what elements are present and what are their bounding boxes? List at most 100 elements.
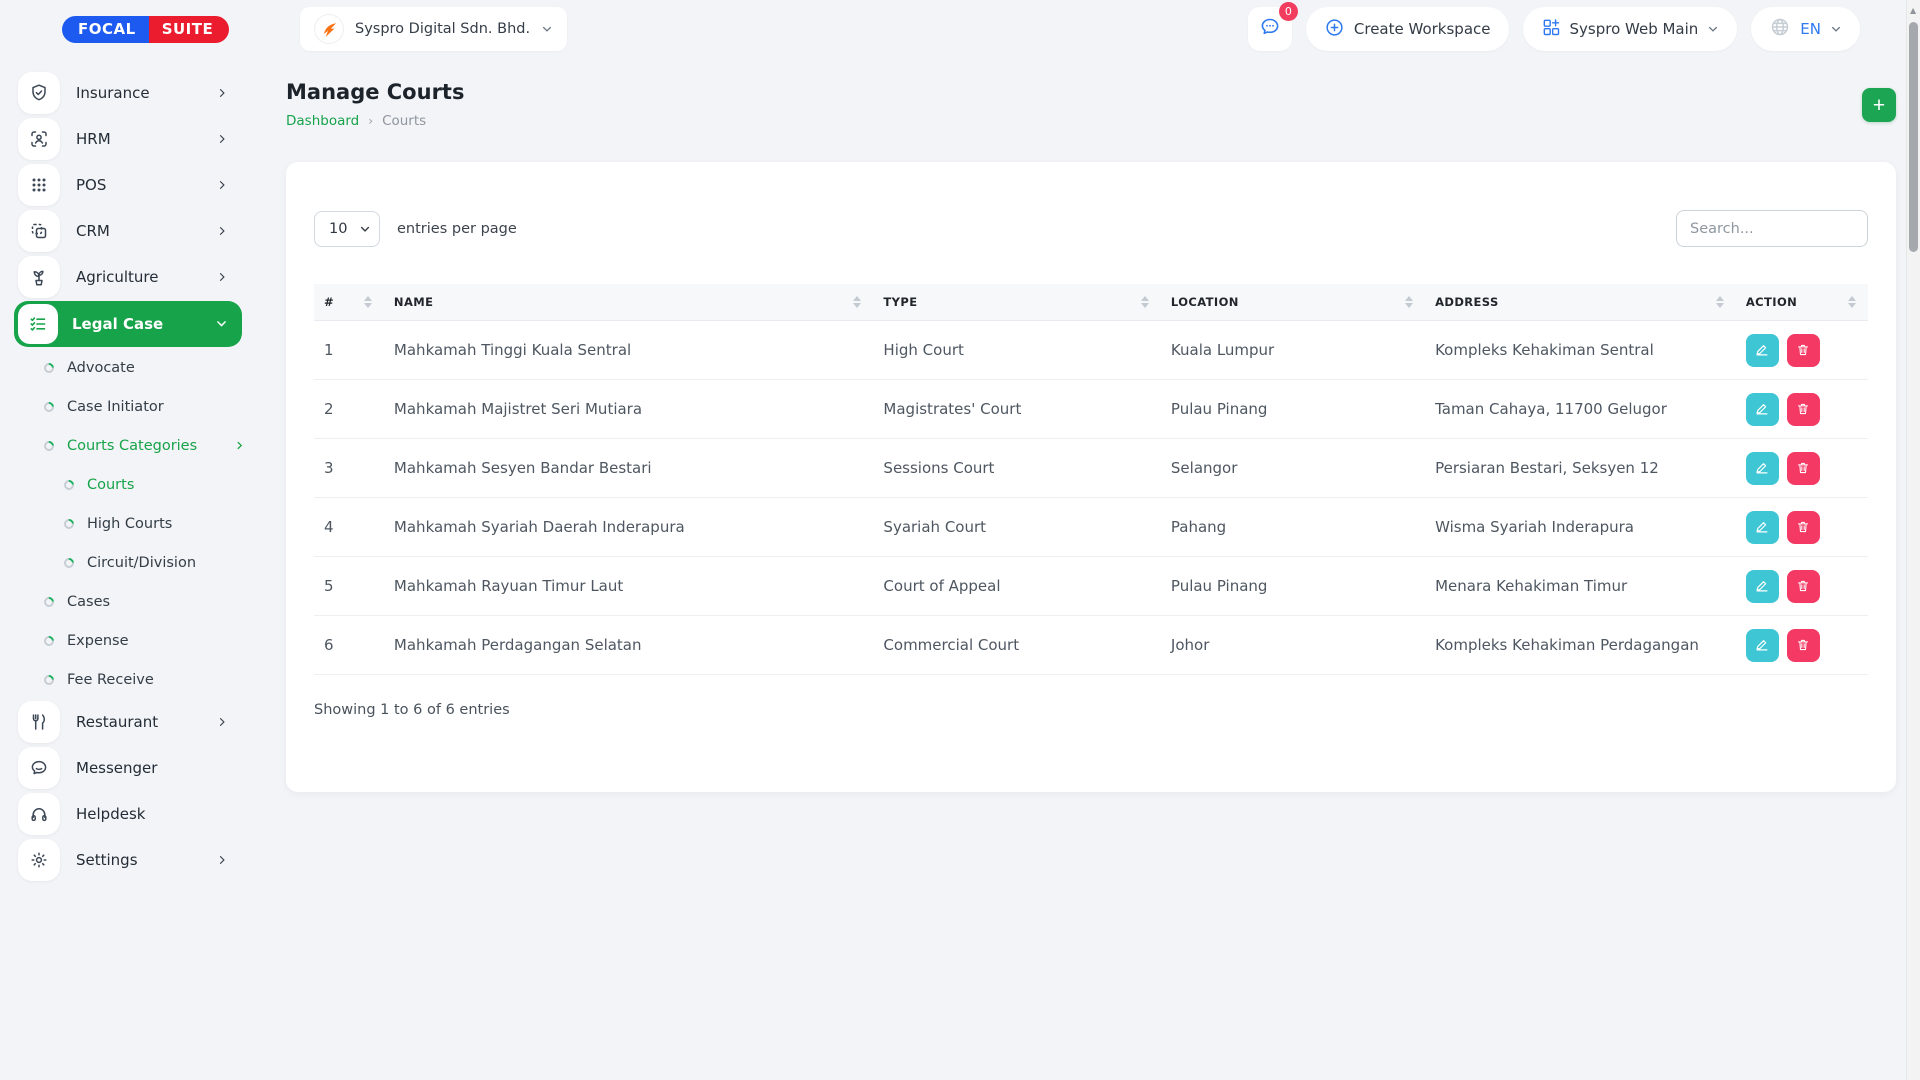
header-address[interactable]: ADDRESS	[1425, 284, 1736, 321]
row-actions	[1746, 629, 1858, 662]
cell-location: Selangor	[1161, 439, 1425, 498]
sidebar-item-pos[interactable]: POS	[0, 162, 256, 208]
bullet-icon	[42, 438, 56, 452]
sort-icon	[1141, 296, 1149, 308]
sidebar-item-restaurant[interactable]: Restaurant	[0, 699, 256, 745]
delete-button[interactable]	[1787, 570, 1820, 603]
brand-logo: FOCAL SUITE	[62, 16, 256, 43]
header-name[interactable]: NAME	[384, 284, 874, 321]
edit-button[interactable]	[1746, 334, 1779, 367]
sidebar-item-label: Expense	[67, 633, 129, 649]
sidebar-item-label: Insurance	[76, 84, 150, 102]
header-action[interactable]: ACTION	[1736, 284, 1868, 321]
delete-button[interactable]	[1787, 511, 1820, 544]
header-location[interactable]: LOCATION	[1161, 284, 1425, 321]
edit-button[interactable]	[1746, 393, 1779, 426]
scrollbar-up-arrow-icon[interactable]: ▲	[1910, 6, 1916, 15]
chevron-down-icon	[541, 23, 553, 35]
app-switcher-button[interactable]: Syspro Web Main	[1523, 7, 1738, 51]
add-court-button[interactable]: +	[1862, 88, 1896, 122]
row-actions	[1746, 511, 1858, 544]
edit-button[interactable]	[1746, 511, 1779, 544]
create-workspace-button[interactable]: Create Workspace	[1306, 7, 1509, 51]
delete-button[interactable]	[1787, 629, 1820, 662]
trash-icon	[1796, 402, 1810, 416]
pencil-icon	[1755, 579, 1769, 593]
sort-icon	[1405, 296, 1413, 308]
delete-button[interactable]	[1787, 334, 1820, 367]
sidebar-item-label: Helpdesk	[76, 805, 145, 823]
cell-location: Pulau Pinang	[1161, 557, 1425, 616]
pencil-icon	[1755, 461, 1769, 475]
header-index[interactable]: #	[314, 284, 384, 321]
topbar: FOCAL SUITE Syspro Digital Sdn. Bhd. 0	[0, 0, 1920, 58]
language-selector[interactable]: EN	[1751, 7, 1860, 51]
row-actions	[1746, 334, 1858, 367]
cell-address: Kompleks Kehakiman Sentral	[1425, 321, 1736, 380]
sidebar-item-courts[interactable]: Courts	[0, 465, 256, 504]
topbar-actions: 0 Create Workspace Syspro Web Main	[1248, 7, 1860, 51]
sidebar: Insurance HRM POS	[0, 58, 256, 1080]
header-type[interactable]: TYPE	[873, 284, 1160, 321]
entries-per-page-label: entries per page	[397, 221, 517, 237]
cell-address: Menara Kehakiman Timur	[1425, 557, 1736, 616]
cell-type: Syariah Court	[873, 498, 1160, 557]
sidebar-item-circuit-division[interactable]: Circuit/Division	[0, 543, 256, 582]
sidebar-item-advocate[interactable]: Advocate	[0, 348, 256, 387]
bullet-icon	[62, 477, 76, 491]
pencil-icon	[1755, 638, 1769, 652]
cell-type: Court of Appeal	[873, 557, 1160, 616]
cell-type: Commercial Court	[873, 616, 1160, 675]
sidebar-item-label: Cases	[67, 594, 110, 610]
edit-button[interactable]	[1746, 570, 1779, 603]
sidebar-item-label: Restaurant	[76, 713, 158, 731]
scrollbar-thumb[interactable]	[1909, 22, 1918, 252]
sidebar-item-case-initiator[interactable]: Case Initiator	[0, 387, 256, 426]
sidebar-item-label: High Courts	[87, 516, 172, 532]
sidebar-item-cases[interactable]: Cases	[0, 582, 256, 621]
sidebar-item-fee-receive[interactable]: Fee Receive	[0, 660, 256, 699]
chevron-right-icon	[216, 130, 228, 149]
delete-button[interactable]	[1787, 393, 1820, 426]
sidebar-item-helpdesk[interactable]: Helpdesk	[0, 791, 256, 837]
sidebar-item-messenger[interactable]: Messenger	[0, 745, 256, 791]
user-scan-icon	[18, 118, 60, 160]
table-header-row: # NAME TYPE LOCATION ADDRESS ACTION	[314, 284, 1868, 321]
breadcrumb-dashboard-link[interactable]: Dashboard	[286, 113, 359, 129]
search-input[interactable]	[1676, 210, 1868, 247]
vertical-scrollbar[interactable]: ▲	[1906, 0, 1920, 1080]
cell-address: Persiaran Bestari, Seksyen 12	[1425, 439, 1736, 498]
sort-icon	[364, 296, 372, 308]
chevron-down-icon	[1830, 23, 1842, 35]
chat-badge: 0	[1279, 2, 1298, 21]
cell-index: 3	[314, 439, 384, 498]
cell-address: Kompleks Kehakiman Perdagangan	[1425, 616, 1736, 675]
sidebar-item-expense[interactable]: Expense	[0, 621, 256, 660]
sidebar-item-label: Courts Categories	[67, 438, 197, 454]
chevron-right-icon	[216, 84, 228, 103]
chat-bubble-icon	[18, 747, 60, 789]
sidebar-item-label: Circuit/Division	[87, 555, 196, 571]
edit-button[interactable]	[1746, 629, 1779, 662]
bullet-icon	[42, 594, 56, 608]
sidebar-item-label: Settings	[76, 851, 138, 869]
sidebar-item-legal-case[interactable]: Legal Case	[14, 301, 242, 347]
table-row: 3 Mahkamah Sesyen Bandar Bestari Session…	[314, 439, 1868, 498]
page-size-select[interactable]: 10	[314, 211, 380, 247]
workspace-selector[interactable]: Syspro Digital Sdn. Bhd.	[300, 7, 567, 51]
sidebar-item-courts-categories[interactable]: Courts Categories	[0, 426, 256, 465]
sidebar-item-settings[interactable]: Settings	[0, 837, 256, 883]
edit-button[interactable]	[1746, 452, 1779, 485]
sidebar-item-hrm[interactable]: HRM	[0, 116, 256, 162]
cell-index: 6	[314, 616, 384, 675]
chat-button[interactable]: 0	[1248, 7, 1292, 51]
chevron-down-icon	[359, 223, 371, 235]
chevron-right-icon	[216, 713, 228, 732]
delete-button[interactable]	[1787, 452, 1820, 485]
sidebar-item-insurance[interactable]: Insurance	[0, 70, 256, 116]
row-actions	[1746, 452, 1858, 485]
workspace-name: Syspro Digital Sdn. Bhd.	[355, 21, 530, 37]
sidebar-item-high-courts[interactable]: High Courts	[0, 504, 256, 543]
sidebar-item-agriculture[interactable]: Agriculture	[0, 254, 256, 300]
sidebar-item-crm[interactable]: CRM	[0, 208, 256, 254]
